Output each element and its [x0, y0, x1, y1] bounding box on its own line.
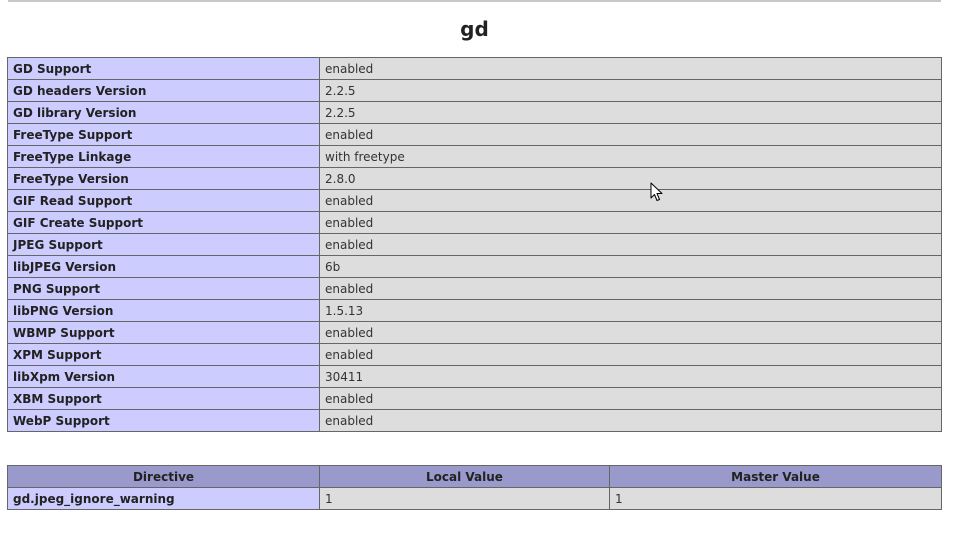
directive-table: Directive Local Value Master Value gd.jp…	[7, 465, 942, 510]
table-row: FreeType Version 2.8.0	[7, 167, 942, 190]
table-row: WBMP Support enabled	[7, 321, 942, 344]
table-row: GD headers Version 2.2.5	[7, 79, 942, 102]
setting-value: enabled	[319, 321, 942, 344]
gd-info-table: GD Support enabled GD headers Version 2.2.5…	[7, 57, 942, 432]
local-value: 1	[319, 487, 610, 510]
setting-value: 2.2.5	[319, 101, 942, 124]
setting-name: GIF Create Support	[7, 211, 320, 234]
setting-name: libXpm Version	[7, 365, 320, 388]
setting-name: XBM Support	[7, 387, 320, 410]
table-row: WebP Support enabled	[7, 409, 942, 432]
directive-header: Directive	[7, 465, 320, 488]
setting-name: FreeType Linkage	[7, 145, 320, 168]
directive-name: gd.jpeg_ignore_warning	[7, 487, 320, 510]
setting-name: WebP Support	[7, 409, 320, 432]
table-row: FreeType Support enabled	[7, 123, 942, 146]
table-row: XBM Support enabled	[7, 387, 942, 410]
setting-value: 2.2.5	[319, 79, 942, 102]
setting-name: PNG Support	[7, 277, 320, 300]
setting-value: enabled	[319, 211, 942, 234]
setting-name: JPEG Support	[7, 233, 320, 256]
setting-value: enabled	[319, 387, 942, 410]
table-row: FreeType Linkage with freetype	[7, 145, 942, 168]
setting-value: enabled	[319, 57, 942, 80]
setting-value: enabled	[319, 233, 942, 256]
table-row: JPEG Support enabled	[7, 233, 942, 256]
local-value-header: Local Value	[319, 465, 610, 488]
setting-value: enabled	[319, 409, 942, 432]
top-divider	[8, 0, 941, 2]
master-value-header: Master Value	[609, 465, 942, 488]
table-row: PNG Support enabled	[7, 277, 942, 300]
mouse-pointer-icon	[650, 182, 663, 201]
setting-value: enabled	[319, 123, 942, 146]
setting-name: libPNG Version	[7, 299, 320, 322]
setting-value: enabled	[319, 343, 942, 366]
setting-name: GD headers Version	[7, 79, 320, 102]
setting-value: 30411	[319, 365, 942, 388]
setting-name: GD library Version	[7, 101, 320, 124]
setting-name: GIF Read Support	[7, 189, 320, 212]
setting-name: FreeType Support	[7, 123, 320, 146]
setting-value: 1.5.13	[319, 299, 942, 322]
master-value: 1	[609, 487, 942, 510]
setting-name: FreeType Version	[7, 167, 320, 190]
table-row: GIF Read Support enabled	[7, 189, 942, 212]
table-row: GD library Version 2.2.5	[7, 101, 942, 124]
setting-name: libJPEG Version	[7, 255, 320, 278]
table-row: GIF Create Support enabled	[7, 211, 942, 234]
section-title: gd	[460, 17, 489, 41]
setting-value: enabled	[319, 189, 942, 212]
table-row: libXpm Version 30411	[7, 365, 942, 388]
table-row: libPNG Version 1.5.13	[7, 299, 942, 322]
table-row: XPM Support enabled	[7, 343, 942, 366]
setting-name: GD Support	[7, 57, 320, 80]
setting-name: WBMP Support	[7, 321, 320, 344]
table-row: gd.jpeg_ignore_warning 1 1	[7, 487, 942, 510]
table-row: libJPEG Version 6b	[7, 255, 942, 278]
setting-value: with freetype	[319, 145, 942, 168]
setting-value: 6b	[319, 255, 942, 278]
table-row: GD Support enabled	[7, 57, 942, 80]
directive-header-row: Directive Local Value Master Value	[7, 465, 942, 488]
setting-name: XPM Support	[7, 343, 320, 366]
setting-value: 2.8.0	[319, 167, 942, 190]
setting-value: enabled	[319, 277, 942, 300]
